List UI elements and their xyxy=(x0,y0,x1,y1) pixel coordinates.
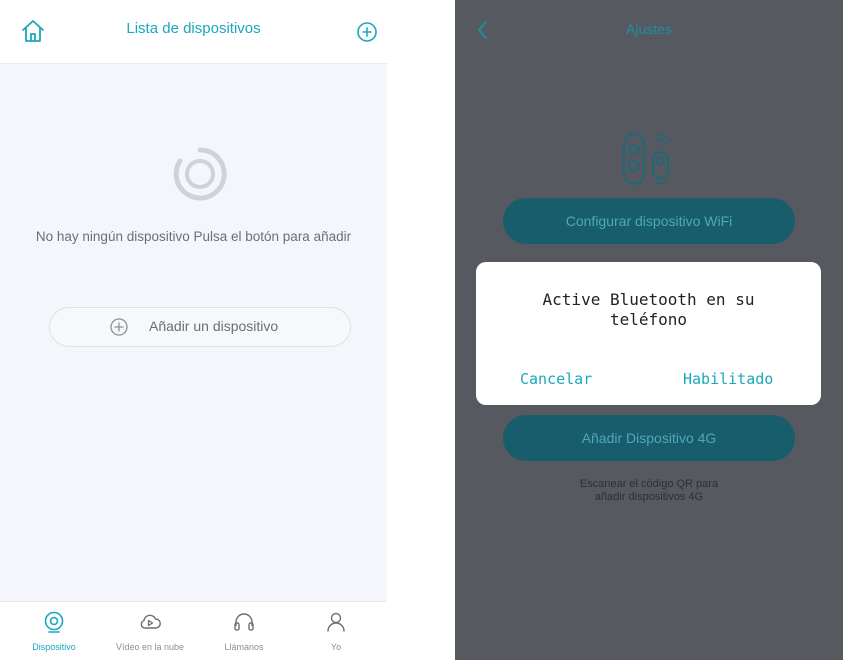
nav-item-llamanos[interactable]: Llámanos xyxy=(196,602,292,660)
nav-label: Dispositivo xyxy=(32,642,76,652)
loading-ring-icon xyxy=(173,147,227,201)
dialog-message: Active Bluetooth en su teléfono xyxy=(496,290,801,330)
top-bar: Ajustes xyxy=(455,0,843,60)
dialog-message-line: teléfono xyxy=(609,310,688,329)
nav-item-yo[interactable]: Yo xyxy=(288,602,384,660)
camera-icon xyxy=(44,611,64,633)
dialog-message-line: Active Bluetooth en su xyxy=(542,290,755,309)
nav-item-dispositivo[interactable]: Dispositivo xyxy=(6,602,102,660)
add-device-label: Añadir un dispositivo xyxy=(149,318,279,334)
cloud-play-icon xyxy=(140,614,161,629)
device-list-screen: Lista de dispositivos No hay ningún disp… xyxy=(0,0,387,660)
user-icon xyxy=(327,612,345,632)
qr-note-line: Escanear el código QR para xyxy=(579,478,719,490)
add-4g-device-button[interactable]: Añadir Dispositivo 4G xyxy=(503,415,795,461)
enable-button[interactable]: Habilitado xyxy=(683,370,773,388)
nav-label: Yo xyxy=(330,642,342,652)
add-device-button[interactable]: Añadir un dispositivo xyxy=(49,307,351,347)
nav-label: Llámanos xyxy=(224,642,264,652)
qr-note-line: añadir dispositivos 4G xyxy=(594,491,704,503)
nav-label: Vídeo en la nube xyxy=(115,642,185,652)
page-title: Ajustes xyxy=(626,21,672,37)
nav-item-video-nube[interactable]: Vídeo en la nube xyxy=(102,602,198,660)
doorbell-camera-icon xyxy=(623,133,671,185)
configure-wifi-device-button[interactable]: Configurar dispositivo WiFi xyxy=(503,198,795,244)
headset-icon xyxy=(234,613,254,631)
cancel-button[interactable]: Cancelar xyxy=(520,370,592,388)
settings-screen: Ajustes Configurar dispositivo WiFi Añad… xyxy=(455,0,843,660)
empty-state-message: No hay ningún dispositivo Pulsa el botón… xyxy=(35,229,352,244)
add-circle-icon[interactable] xyxy=(355,20,379,44)
qr-instruction-text: Escanear el código QR para añadir dispos… xyxy=(455,478,843,504)
plus-circle-icon xyxy=(110,318,128,336)
bottom-nav: Dispositivo Vídeo en la nube Llámanos Yo xyxy=(0,601,387,660)
page-title: Lista de dispositivos xyxy=(126,20,261,37)
bluetooth-dialog: Active Bluetooth en su teléfono Cancelar… xyxy=(476,262,821,405)
top-bar: Lista de dispositivos xyxy=(0,0,387,64)
